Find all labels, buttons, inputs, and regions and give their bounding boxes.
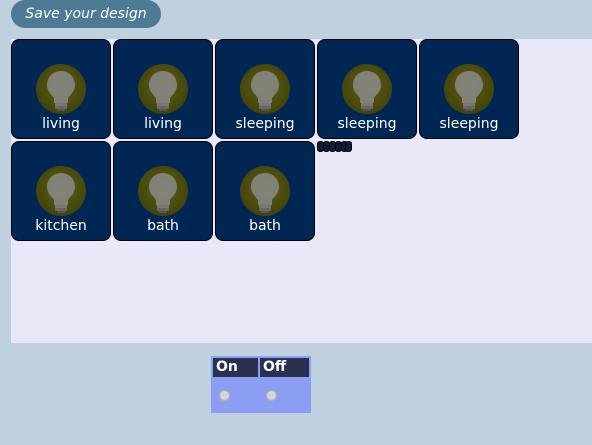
light-tile[interactable]: kitchen — [11, 141, 111, 241]
tile-stack-handle[interactable] — [317, 141, 357, 153]
design-canvas[interactable]: living living sleeping sleeping sleeping… — [11, 39, 592, 343]
lightbulb-icon — [138, 64, 188, 114]
on-header: On — [213, 358, 258, 377]
lightbulb-icon — [36, 166, 86, 216]
light-tile[interactable]: living — [11, 39, 111, 139]
room-label: living — [144, 116, 182, 132]
lightbulb-icon — [36, 64, 86, 114]
on-off-switch: On Off — [211, 356, 311, 413]
stack-pill — [345, 141, 352, 152]
room-label: sleeping — [439, 116, 499, 132]
lightbulb-icon — [444, 64, 494, 114]
save-design-button[interactable]: Save your design — [11, 0, 161, 28]
light-tile[interactable]: sleeping — [317, 39, 417, 139]
light-tile[interactable]: bath — [113, 141, 213, 241]
light-tile[interactable]: sleeping — [419, 39, 519, 139]
lightbulb-icon — [342, 64, 392, 114]
room-label: kitchen — [35, 218, 87, 234]
room-label: bath — [249, 218, 281, 234]
light-tile[interactable]: sleeping — [215, 39, 315, 139]
lightbulb-icon — [240, 64, 290, 114]
light-tile[interactable]: living — [113, 39, 213, 139]
room-label: sleeping — [337, 116, 397, 132]
on-radio[interactable] — [219, 390, 230, 401]
room-label: living — [42, 116, 80, 132]
off-header: Off — [260, 358, 309, 377]
room-label: sleeping — [235, 116, 295, 132]
room-label: bath — [147, 218, 179, 234]
lightbulb-icon — [240, 166, 290, 216]
light-tile[interactable]: bath — [215, 141, 315, 241]
lightbulb-icon — [138, 166, 188, 216]
off-radio[interactable] — [266, 390, 277, 401]
